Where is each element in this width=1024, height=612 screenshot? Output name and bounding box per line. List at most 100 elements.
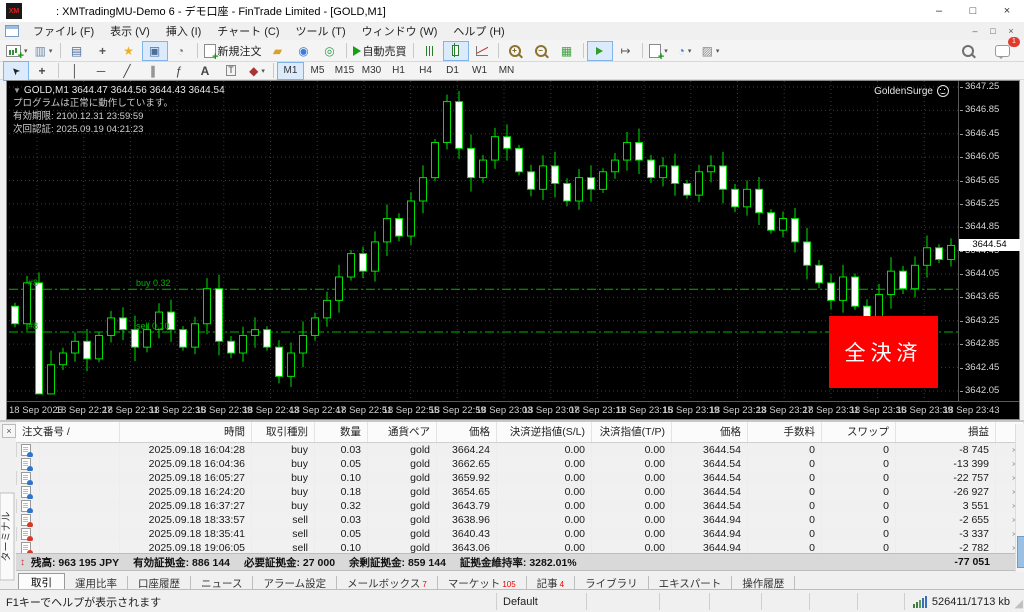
terminal-scrollbar[interactable] bbox=[1015, 424, 1024, 572]
resize-grip[interactable]: ◢ bbox=[1015, 597, 1023, 610]
ea-smiley-icon[interactable] bbox=[937, 85, 949, 97]
chart-shift-button[interactable]: ↦ bbox=[613, 41, 639, 61]
tab-取引[interactable]: 取引 bbox=[18, 573, 65, 590]
fibonacci-button[interactable]: ƒ bbox=[166, 61, 192, 81]
bar-chart-mode-button[interactable] bbox=[417, 41, 443, 61]
column-header[interactable]: 価格 bbox=[437, 422, 497, 442]
zoom-out-button[interactable]: − bbox=[528, 41, 554, 61]
table-row[interactable]: 2025.09.18 16:04:36buy0.05gold3662.650.0… bbox=[16, 457, 1024, 471]
market-watch-button[interactable]: ▤ bbox=[64, 41, 90, 61]
templates-button[interactable]: ▨▾ bbox=[698, 41, 724, 61]
tab-ライブラリ[interactable]: ライブラリ bbox=[575, 576, 649, 590]
menu-item-3[interactable]: チャート (C) bbox=[209, 22, 287, 40]
community-button[interactable]: ◉ bbox=[291, 41, 317, 61]
table-row[interactable]: 2025.09.18 18:35:41sell0.05gold3640.430.… bbox=[16, 527, 1024, 541]
column-header[interactable]: 手数料 bbox=[748, 422, 822, 442]
table-row[interactable]: 2025.09.18 19:06:05sell0.10gold3643.060.… bbox=[16, 541, 1024, 554]
tab-エキスパート[interactable]: エキスパート bbox=[649, 576, 733, 590]
text-label-button[interactable]: T bbox=[218, 61, 244, 81]
price-axis[interactable]: 3647.253646.853646.453646.053645.653645.… bbox=[958, 81, 1020, 401]
column-header[interactable]: スワップ bbox=[822, 422, 896, 442]
timeframe-m30[interactable]: M30 bbox=[358, 62, 385, 80]
crosshair-button[interactable]: + bbox=[29, 61, 55, 81]
tab-マーケット[interactable]: マーケット105 bbox=[438, 576, 527, 590]
close-button[interactable]: × bbox=[990, 0, 1024, 22]
table-row[interactable]: 2025.09.18 16:24:20buy0.18gold3654.650.0… bbox=[16, 485, 1024, 499]
table-row[interactable]: 2025.09.18 16:05:27buy0.10gold3659.920.0… bbox=[16, 471, 1024, 485]
timeframe-m1[interactable]: M1 bbox=[277, 62, 304, 80]
timeframe-h1[interactable]: H1 bbox=[385, 62, 412, 80]
mdi-minimize-button[interactable]: – bbox=[966, 24, 984, 39]
profiles-button[interactable]: ▥▾ bbox=[31, 41, 57, 61]
close-all-button[interactable]: 全決済 bbox=[829, 316, 938, 388]
column-header[interactable]: 注文番号 / bbox=[16, 422, 120, 442]
terminal-toggle-button[interactable]: ▣ bbox=[142, 41, 168, 61]
table-row[interactable]: 2025.09.18 18:33:57sell0.03gold3638.960.… bbox=[16, 513, 1024, 527]
tab-記事[interactable]: 記事4 bbox=[527, 576, 575, 590]
notifications-button[interactable]: 1 bbox=[989, 41, 1015, 61]
search-button[interactable] bbox=[955, 41, 981, 61]
horizontal-line-button[interactable]: ─ bbox=[88, 61, 114, 81]
maximize-button[interactable]: □ bbox=[956, 0, 990, 22]
data-window-button[interactable]: + bbox=[90, 41, 116, 61]
mdi-restore-button[interactable]: □ bbox=[984, 24, 1002, 39]
tab-ニュース[interactable]: ニュース bbox=[191, 576, 253, 590]
strategy-tester-button[interactable]: ◔ bbox=[168, 41, 194, 61]
auto-scroll-button[interactable] bbox=[587, 41, 613, 61]
timeframe-m15[interactable]: M15 bbox=[331, 62, 358, 80]
column-header[interactable]: 数量 bbox=[315, 422, 368, 442]
arrows-button[interactable]: ◆▾ bbox=[244, 61, 270, 81]
terminal-close-button[interactable]: × bbox=[2, 424, 16, 438]
tab-メールボックス[interactable]: メールボックス7 bbox=[337, 576, 438, 590]
candle-chart-mode-button[interactable] bbox=[443, 41, 469, 61]
auto-trading-button[interactable]: 自動売買 bbox=[350, 41, 410, 61]
terminal-scrollbar-thumb[interactable] bbox=[1017, 536, 1024, 568]
column-header[interactable]: 決済指値(T/P) bbox=[592, 422, 672, 442]
tile-windows-button[interactable]: ▦ bbox=[554, 41, 580, 61]
swap-cell: 0 bbox=[822, 541, 896, 554]
tab-口座履歴[interactable]: 口座履歴 bbox=[128, 576, 191, 590]
timeframe-w1[interactable]: W1 bbox=[466, 62, 493, 80]
vertical-line-button[interactable]: │ bbox=[62, 61, 88, 81]
table-row[interactable]: 2025.09.18 16:04:28buy0.03gold3664.240.0… bbox=[16, 443, 1024, 457]
cursor-button[interactable]: ➤ bbox=[3, 61, 29, 81]
minimize-button[interactable]: – bbox=[922, 0, 956, 22]
depth-of-market-button[interactable]: ▰ bbox=[265, 41, 291, 61]
timeframe-d1[interactable]: D1 bbox=[439, 62, 466, 80]
menu-item-0[interactable]: ファイル (F) bbox=[25, 22, 102, 40]
menu-item-2[interactable]: 挿入 (I) bbox=[158, 22, 209, 40]
tab-運用比率[interactable]: 運用比率 bbox=[65, 576, 128, 590]
new-chart-button[interactable]: ▾ bbox=[3, 41, 31, 61]
terminal-side-tab[interactable]: ターミナル bbox=[0, 493, 15, 581]
menu-item-6[interactable]: ヘルプ (H) bbox=[445, 22, 512, 40]
periods-button[interactable]: ◔▾ bbox=[672, 41, 698, 61]
status-profile[interactable]: Default bbox=[497, 593, 587, 610]
table-row[interactable]: 2025.09.18 16:37:27buy0.32gold3643.790.0… bbox=[16, 499, 1024, 513]
column-header[interactable]: 価格 bbox=[672, 422, 748, 442]
timeframe-mn[interactable]: MN bbox=[493, 62, 520, 80]
trendline-button[interactable]: ╱ bbox=[114, 61, 140, 81]
menu-item-5[interactable]: ウィンドウ (W) bbox=[354, 22, 446, 40]
line-chart-mode-button[interactable] bbox=[469, 41, 495, 61]
column-header[interactable]: 通貨ペア bbox=[368, 422, 437, 442]
text-button[interactable]: A bbox=[192, 61, 218, 81]
menu-item-4[interactable]: ツール (T) bbox=[288, 22, 354, 40]
column-header[interactable]: 決済逆指値(S/L) bbox=[497, 422, 592, 442]
zoom-in-button[interactable]: + bbox=[502, 41, 528, 61]
symbol-dropdown-icon[interactable]: ▼ bbox=[13, 86, 21, 95]
tab-操作履歴[interactable]: 操作履歴 bbox=[732, 576, 795, 590]
time-axis[interactable]: 18 Sep 202518 Sep 22:2718 Sep 22:3118 Se… bbox=[7, 401, 1019, 419]
tab-アラーム設定[interactable]: アラーム設定 bbox=[253, 576, 337, 590]
timeframe-m5[interactable]: M5 bbox=[304, 62, 331, 80]
column-header[interactable]: 取引種別 bbox=[252, 422, 315, 442]
column-header[interactable]: 損益 bbox=[896, 422, 996, 442]
new-order-button[interactable]: 新規注文 bbox=[201, 41, 265, 61]
indicators-button[interactable]: ▾ bbox=[646, 41, 672, 61]
column-header[interactable]: 時間 bbox=[120, 422, 252, 442]
navigator-button[interactable]: ★ bbox=[116, 41, 142, 61]
web-request-button[interactable]: ◎ bbox=[317, 41, 343, 61]
chart-window-icon[interactable] bbox=[5, 25, 19, 37]
menu-item-1[interactable]: 表示 (V) bbox=[102, 22, 158, 40]
channel-button[interactable]: ∥ bbox=[140, 61, 166, 81]
timeframe-h4[interactable]: H4 bbox=[412, 62, 439, 80]
